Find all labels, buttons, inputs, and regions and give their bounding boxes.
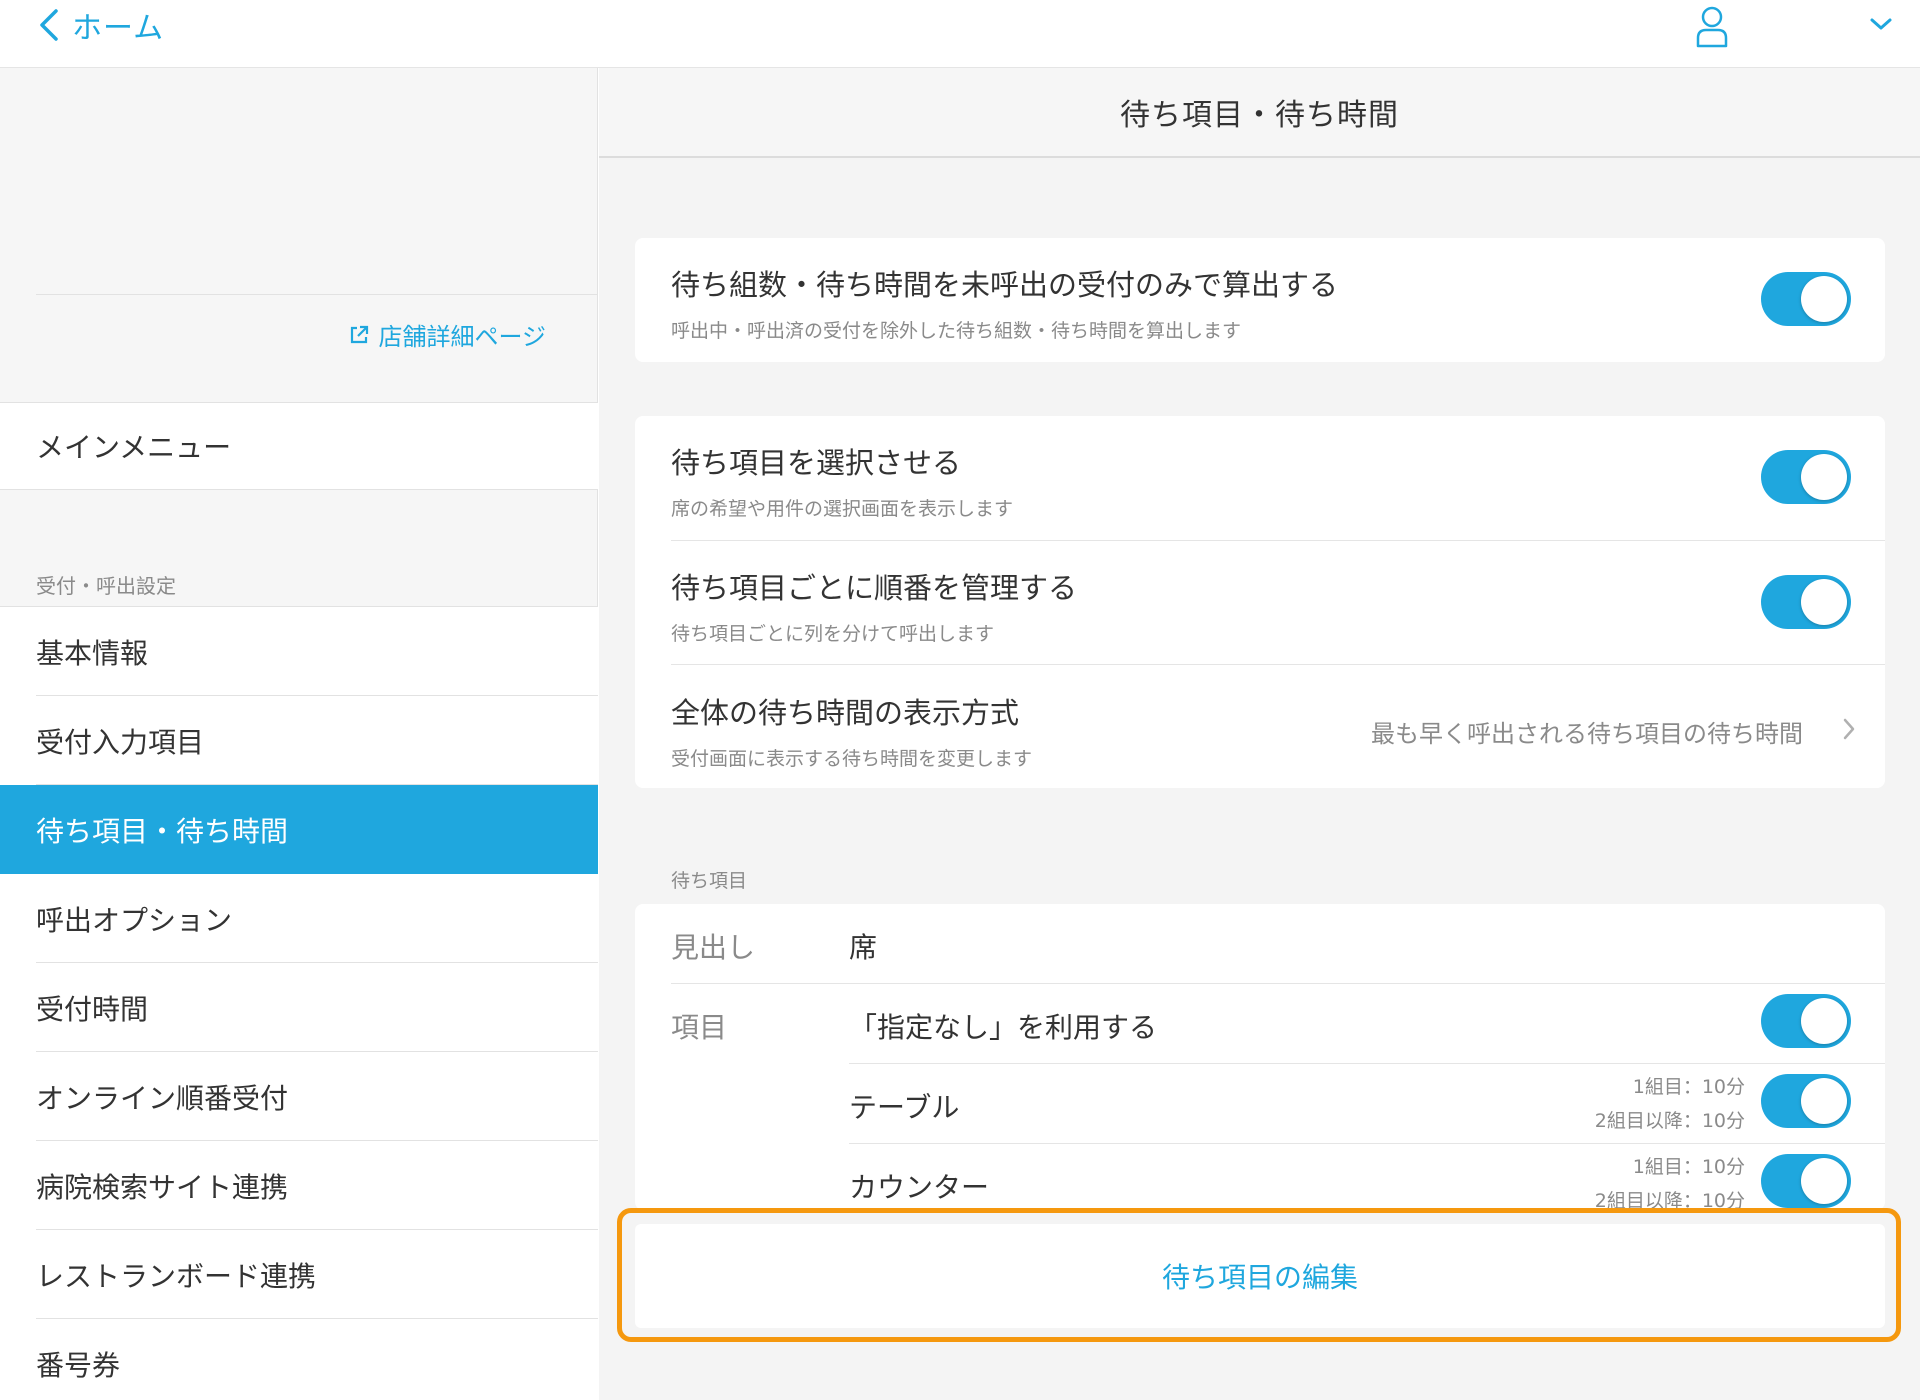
main-panel: 待ち項目・待ち時間 待ち組数・待ち時間を未呼出の受付のみで算出する 呼出中・呼出… — [599, 68, 1920, 1400]
edit-wait-items-button[interactable]: 待ち項目の編集 — [635, 1224, 1885, 1328]
sidebar-item-hospital-search[interactable]: 病院検索サイト連携 — [0, 1141, 598, 1230]
divider — [671, 540, 1885, 541]
sidebar-item-restaurant-board[interactable]: レストランボード連携 — [0, 1230, 598, 1319]
wait-item-time-info: 1組目：10分 2組目以降：10分 — [1595, 1070, 1745, 1138]
sidebar: 店舗詳細ページ メインメニュー 受付・呼出設定 基本情報 受付入力項目 待ち項目… — [0, 68, 598, 1400]
nav-list: 基本情報 受付入力項目 待ち項目・待ち時間 呼出オプション 受付時間 オンライン… — [0, 606, 598, 1400]
calc-setting-title: 待ち組数・待ち時間を未呼出の受付のみで算出する — [671, 268, 1339, 302]
display-method-sub: 受付画面に表示する待ち時間を変更します — [671, 748, 1033, 770]
main-menu-item[interactable]: メインメニュー — [0, 402, 598, 490]
manage-order-toggle[interactable] — [1761, 575, 1851, 629]
calc-setting-toggle[interactable] — [1761, 272, 1851, 326]
sidebar-item-online-reception[interactable]: オンライン順番受付 — [0, 1052, 598, 1141]
store-detail-link[interactable]: 店舗詳細ページ — [348, 317, 546, 352]
divider — [849, 1143, 1885, 1144]
sidebar-item-basic-info[interactable]: 基本情報 — [0, 607, 598, 696]
wait-item-name: 「指定なし」を利用する — [849, 1011, 1158, 1044]
store-link-area: 店舗詳細ページ — [36, 294, 598, 402]
wait-item-name: テーブル — [849, 1091, 960, 1124]
select-item-sub: 席の希望や用件の選択画面を表示します — [671, 498, 1014, 520]
manage-order-sub: 待ち項目ごとに列を分けて呼出します — [671, 623, 995, 645]
wait-item-settings-card: 待ち項目を選択させる 席の希望や用件の選択画面を表示します 待ち項目ごとに順番を… — [635, 416, 1885, 788]
later-group-time: 2組目以降：10分 — [1594, 1110, 1745, 1132]
counter-item-toggle[interactable] — [1761, 1154, 1851, 1208]
calc-setting-sub: 呼出中・呼出済の受付を除外した待ち組数・待ち時間を算出します — [671, 320, 1242, 342]
top-bar: ホーム — [0, 0, 1920, 68]
calc-setting-card: 待ち組数・待ち時間を未呼出の受付のみで算出する 呼出中・呼出済の受付を除外した待… — [635, 238, 1885, 362]
sidebar-item-reception-fields[interactable]: 受付入力項目 — [0, 696, 598, 785]
heading-value: 席 — [849, 931, 878, 964]
first-group-time: 1組目：10分 — [1632, 1156, 1745, 1178]
sidebar-item-reception-hours[interactable]: 受付時間 — [0, 963, 598, 1052]
chevron-down-icon[interactable] — [1866, 12, 1896, 36]
edit-highlight-frame: 待ち項目の編集 — [617, 1208, 1901, 1342]
sidebar-item-call-options[interactable]: 呼出オプション — [0, 874, 598, 963]
sidebar-item-wait-items[interactable]: 待ち項目・待ち時間 — [0, 785, 598, 874]
table-item-toggle[interactable] — [1761, 1074, 1851, 1128]
select-item-toggle[interactable] — [1761, 450, 1851, 504]
chevron-right-icon[interactable] — [1841, 716, 1857, 742]
back-label: ホーム — [72, 11, 165, 46]
group-label: 待ち項目 — [671, 870, 748, 892]
page-title: 待ち項目・待ち時間 — [599, 68, 1920, 158]
back-button[interactable]: ホーム — [36, 0, 164, 50]
manage-order-title: 待ち項目ごとに順番を管理する — [671, 571, 1078, 605]
external-link-icon — [351, 325, 369, 343]
wait-items-card: 見出し 席 項目 「指定なし」を利用する テーブル 1組目：10分 2組目以降：… — [635, 904, 1885, 1210]
wait-item-time-info: 1組目：10分 2組目以降：10分 — [1595, 1150, 1745, 1210]
heading-label: 見出し — [671, 931, 756, 964]
no-preference-toggle[interactable] — [1761, 994, 1851, 1048]
later-group-time: 2組目以降：10分 — [1594, 1190, 1745, 1210]
chevron-left-icon — [40, 9, 58, 41]
wait-item-name: カウンター — [849, 1171, 990, 1204]
display-method-title: 全体の待ち時間の表示方式 — [671, 696, 1020, 730]
divider — [671, 983, 1885, 984]
divider — [849, 1063, 1885, 1064]
section-label: 受付・呼出設定 — [36, 574, 176, 598]
divider — [671, 664, 1885, 665]
items-label: 項目 — [671, 1011, 728, 1044]
display-method-value[interactable]: 最も早く呼出される待ち項目の待ち時間 — [1371, 714, 1803, 749]
select-item-title: 待ち項目を選択させる — [671, 446, 962, 480]
sidebar-item-number-ticket[interactable]: 番号券 — [0, 1319, 598, 1400]
first-group-time: 1組目：10分 — [1632, 1076, 1745, 1098]
user-icon[interactable] — [1694, 4, 1730, 48]
store-detail-link-label: 店舗詳細ページ — [378, 323, 546, 351]
